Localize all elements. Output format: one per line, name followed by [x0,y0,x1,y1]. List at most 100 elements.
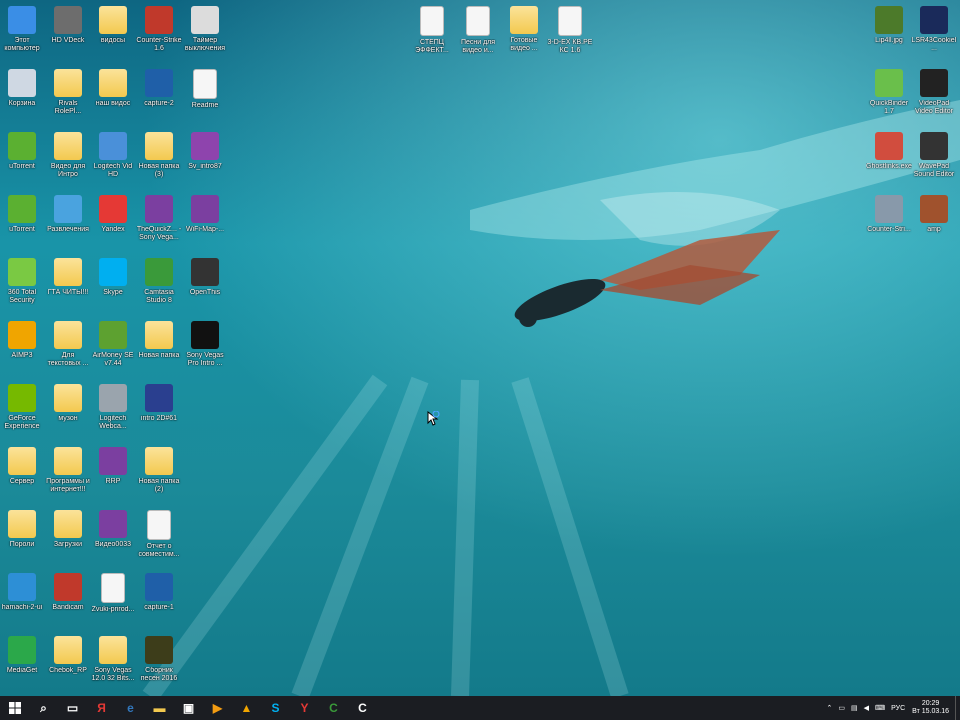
taskbar-store-button[interactable]: ▣ [174,696,203,720]
desktop-icon[interactable]: uTorrent [0,195,45,234]
desktop-icon[interactable]: Counter-Strike 1.6 [136,6,182,53]
desktop-icon[interactable]: Camtasia Studio 8 [136,258,182,305]
desktop-icon[interactable]: Sv_intro87 [182,132,228,171]
taskbar-task-view-button[interactable]: ▭ [58,696,87,720]
desktop-icon-label: видосы [100,37,126,44]
taskbar-camtasia-button[interactable]: C [319,696,348,720]
desktop-icon[interactable]: uTorrent [0,132,45,171]
desktop-icon[interactable]: Видео0033 [90,510,136,549]
desktop-icon-label: Таймер выключения [184,37,226,52]
doc-icon [193,69,217,99]
desktop-icon[interactable]: Корзина [0,69,45,108]
tray-keyboard-icon[interactable]: ⌨ [875,704,885,712]
desktop-icon[interactable]: наш видос [90,69,136,108]
desktop-icon[interactable]: Этот компьютер [0,6,45,53]
desktop-icon[interactable]: hamachi-2-ui [0,573,45,612]
desktop-icon[interactable]: capture-1 [136,573,182,612]
start-button[interactable] [0,696,29,720]
desktop-icon[interactable]: музон [45,384,91,423]
desktop-icon[interactable]: Развлечения [45,195,91,234]
desktop-icon[interactable]: Видео для Интро [45,132,91,179]
desktop-icon[interactable]: VideoPad Video Editor [911,69,957,116]
desktop-icon[interactable]: TheQuickZ... - Sony Vega... [136,195,182,242]
taskbar-search-button[interactable]: ⌕ [29,696,58,720]
desktop-icon[interactable]: LSR43CookieI... [911,6,957,53]
desktop-icon-label: Сервер [9,478,35,485]
desktop-icon[interactable]: Отчет о совместим... [136,510,182,559]
desktop-icon[interactable]: AIMP3 [0,321,45,360]
desktop-icon[interactable]: Counter-Stri... [866,195,912,234]
desktop-icon[interactable]: Zvuki-prirod... [90,573,136,614]
taskbar: ⌕ ▭ Яe ▬ ▣ ▶ ▲ S Y C C ⌃ ▭ ▤ ◀ ⌨ РУС 20:29 Вт 15.0… [0,696,960,720]
tray-volume-icon[interactable]: ◀ [864,704,869,712]
taskbar-media-player-button[interactable]: ▶ [203,696,232,720]
desktop-icon[interactable]: Новая папка [136,321,182,360]
desktop-icon[interactable]: видосы [90,6,136,45]
desktop-icon[interactable]: Readme [182,69,228,110]
desktop-icon[interactable]: Таймер выключения [182,6,228,53]
taskbar-edge-button[interactable]: e [116,696,145,720]
language-indicator[interactable]: РУС [891,705,905,712]
folder-icon [54,384,82,412]
desktop-icon[interactable]: OpenThis [182,258,228,297]
desktop-icon[interactable]: 3-D-ЕХ КВ.PE КС 1.6 [547,6,593,55]
desktop-icon[interactable]: HD VDeck [45,6,91,45]
desktop-icon[interactable]: Программы и интернет!!! [45,447,91,494]
taskbar-yandex-button[interactable]: Я [87,696,116,720]
desktop-icon[interactable]: Новая папка (2) [136,447,182,494]
desktop-icon[interactable]: capture-2 [136,69,182,108]
taskbar-aimp-button[interactable]: ▲ [232,696,261,720]
desktop-icon[interactable]: Песни для видео и... [455,6,501,55]
desktop-icon[interactable]: Пороли [0,510,45,549]
desktop-icon[interactable]: Chebok_RP [45,636,91,675]
taskbar-file-explorer-button[interactable]: ▬ [145,696,174,720]
tile-icon [8,321,36,349]
desktop-icon[interactable]: Загрузки [45,510,91,549]
desktop-icon[interactable]: GeForce Experience [0,384,45,431]
tile-icon [875,132,903,160]
tile-icon [99,132,127,160]
taskbar-camtasia-recorder-button[interactable]: C [348,696,377,720]
desktop-icon[interactable]: AirMoney SE v7.44 [90,321,136,368]
desktop-icon[interactable]: MediaGet [0,636,45,675]
desktop-icon[interactable]: Сборник песен 2016 [136,636,182,683]
desktop-icon[interactable]: Rivals RolePl... [45,69,91,116]
desktop-icon[interactable]: ГТА ЧИТЫ!!! [45,258,91,297]
desktop-icon[interactable]: Готовые видео ... [501,6,547,53]
desktop-icon[interactable]: Yandex [90,195,136,234]
folder-icon [145,447,173,475]
tray-chevron-up-icon[interactable]: ⌃ [827,704,833,712]
desktop-icon[interactable]: Sony Vegas Pro Intro ... [182,321,228,368]
desktop-icon[interactable]: Logitech Webca... [90,384,136,431]
tile-icon [99,384,127,412]
desktop-icon[interactable]: Сервер [0,447,45,486]
desktop-icon[interactable]: Skype [90,258,136,297]
system-tray: ⌃ ▭ ▤ ◀ ⌨ РУС 20:29 Вт 15.03.16 [824,696,960,720]
desktop-icon[interactable]: Для текстовых ... [45,321,91,368]
desktop-icon[interactable]: СТЕПЦ ЭФФЕКТ... [409,6,455,55]
desktop-icon[interactable]: QuickBinder 1.7 [866,69,912,116]
desktop-icon[interactable]: 360 Total Security [0,258,45,305]
yandex-browser-icon: Y [300,701,309,715]
aimp-icon: ▲ [240,701,253,715]
desktop-icon[interactable]: Lip4ll.jpg [866,6,912,45]
tray-action-center-icon[interactable]: ▤ [851,704,858,712]
desktop-icon-label: СТЕПЦ ЭФФЕКТ... [415,39,449,54]
desktop-icon[interactable]: Logitech Vid HD [90,132,136,179]
taskbar-skype-button[interactable]: S [261,696,290,720]
desktop-icon[interactable]: amp [911,195,957,234]
desktop-icon[interactable]: Ghostlinks.exe [866,132,912,171]
desktop-icon[interactable]: Новая папка (3) [136,132,182,179]
desktop-icon[interactable]: Bandicam [45,573,91,612]
desktop-icon-label: Logitech Vid HD [93,163,133,178]
desktop-icon-label: capture-1 [144,604,174,611]
desktop-icon[interactable]: WavePad Sound Editor [911,132,957,179]
clock[interactable]: 20:29 Вт 15.03.16 [912,700,949,716]
desktop-icon[interactable]: intro 2D#61 [136,384,182,423]
desktop-icon[interactable]: WiFi-Map-... [182,195,228,234]
desktop-icon[interactable]: Sony Vegas 12.0 32 Bits... [90,636,136,683]
show-desktop-button[interactable] [955,696,960,720]
desktop-icon[interactable]: RRP [90,447,136,486]
taskbar-yandex-browser-button[interactable]: Y [290,696,319,720]
tray-network-icon[interactable]: ▭ [838,704,845,712]
